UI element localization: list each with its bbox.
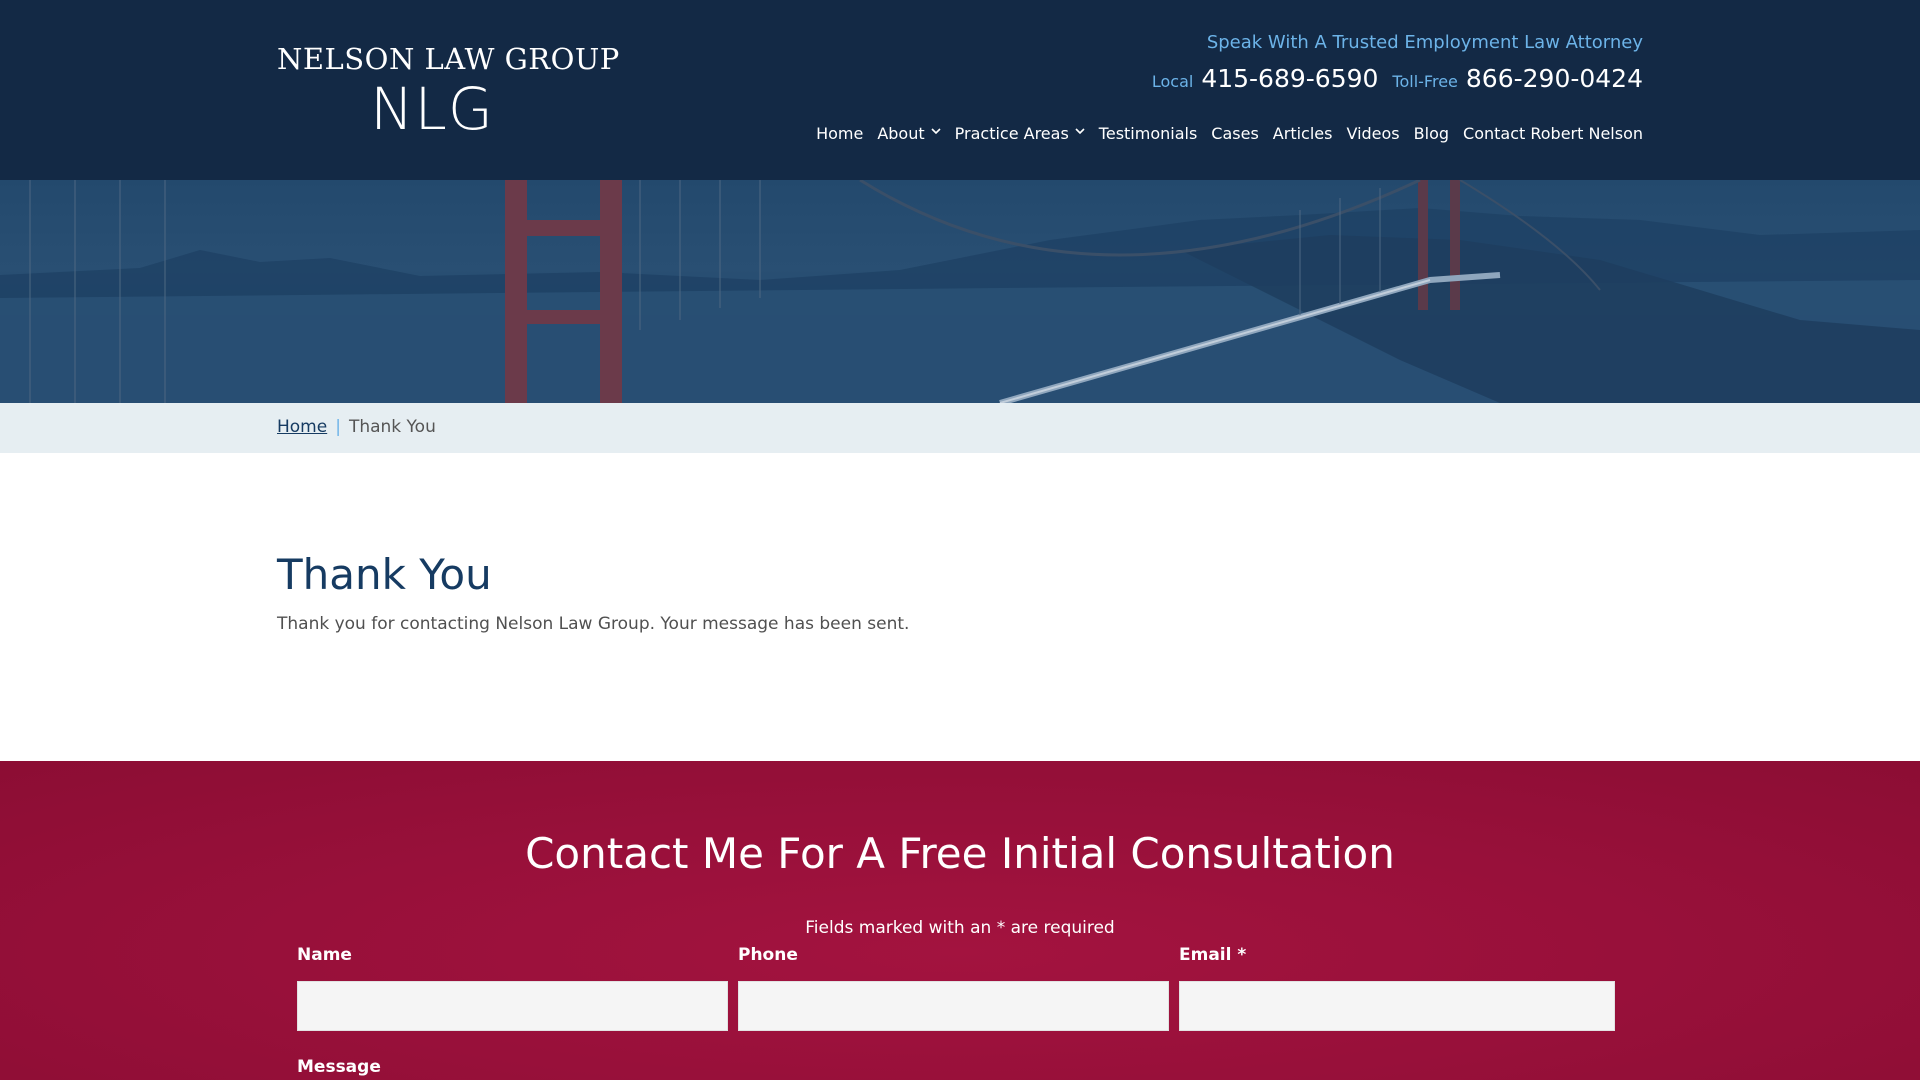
nav-item-articles[interactable]: Articles bbox=[1273, 124, 1333, 143]
nav-item-home[interactable]: Home bbox=[816, 124, 863, 143]
message-label: Message bbox=[297, 1057, 381, 1077]
local-phone-link[interactable]: 415-689-6590 bbox=[1201, 64, 1378, 93]
email-label: Email * bbox=[1179, 945, 1247, 965]
name-label: Name bbox=[297, 945, 352, 965]
nav-item-label: Testimonials bbox=[1098, 124, 1198, 143]
breadcrumb-home-link[interactable]: Home bbox=[277, 417, 327, 437]
page-title: Thank You bbox=[277, 550, 492, 599]
nav-item-label: About bbox=[877, 124, 925, 143]
contact-section: Contact Me For A Free Initial Consultati… bbox=[0, 761, 1920, 1080]
logo-wordmark: NELSON LAW GROUP bbox=[277, 42, 620, 76]
nav-item-label: Contact Robert Nelson bbox=[1463, 124, 1643, 143]
nav-item-cases[interactable]: Cases bbox=[1211, 124, 1259, 143]
site-logo[interactable]: NELSON LAW GROUP NLG bbox=[277, 42, 620, 143]
breadcrumb-current: Thank You bbox=[348, 417, 436, 437]
logo-monogram: NLG bbox=[370, 75, 494, 143]
nav-item-contact[interactable]: Contact Robert Nelson bbox=[1463, 124, 1643, 143]
chevron-down-icon bbox=[1075, 127, 1085, 138]
phone-numbers: Local 415-689-6590 Toll-Free 866-290-042… bbox=[1152, 64, 1643, 93]
nav-item-label: Articles bbox=[1272, 124, 1333, 143]
nav-item-practice-areas[interactable]: Practice Areas bbox=[955, 124, 1085, 143]
tollfree-label: Toll-Free bbox=[1392, 72, 1458, 91]
chevron-down-icon bbox=[931, 127, 941, 138]
contact-title: Contact Me For A Free Initial Consultati… bbox=[525, 829, 1395, 878]
nav-item-label: Cases bbox=[1211, 124, 1259, 143]
local-label: Local bbox=[1151, 72, 1194, 91]
main-nav: Home About Practice Areas Testimonials C… bbox=[816, 124, 1643, 143]
site-header: NELSON LAW GROUP NLG Speak With A Truste… bbox=[0, 0, 1920, 180]
header-tagline: Speak With A Trusted Employment Law Atto… bbox=[1206, 32, 1643, 53]
tollfree-phone-link[interactable]: 866-290-0424 bbox=[1466, 64, 1643, 93]
phone-input[interactable] bbox=[738, 981, 1169, 1031]
nav-item-label: Blog bbox=[1413, 124, 1450, 143]
breadcrumb-separator: | bbox=[335, 417, 341, 437]
email-input[interactable] bbox=[1179, 981, 1615, 1031]
nav-item-label: Videos bbox=[1346, 124, 1400, 143]
nav-item-videos[interactable]: Videos bbox=[1346, 124, 1399, 143]
nav-item-testimonials[interactable]: Testimonials bbox=[1099, 124, 1198, 143]
breadcrumb: Home | Thank You bbox=[0, 403, 1920, 453]
confirmation-message: Thank you for contacting Nelson Law Grou… bbox=[277, 614, 910, 634]
nav-item-blog[interactable]: Blog bbox=[1414, 124, 1449, 143]
nav-item-label: Practice Areas bbox=[954, 124, 1069, 143]
bridge-illustration bbox=[0, 180, 1920, 403]
required-fields-note: Fields marked with an * are required bbox=[805, 918, 1115, 938]
nav-item-label: Home bbox=[816, 124, 864, 143]
phone-label: Phone bbox=[738, 945, 798, 965]
name-input[interactable] bbox=[297, 981, 728, 1031]
hero-banner-image bbox=[0, 180, 1920, 403]
nav-item-about[interactable]: About bbox=[877, 124, 941, 143]
